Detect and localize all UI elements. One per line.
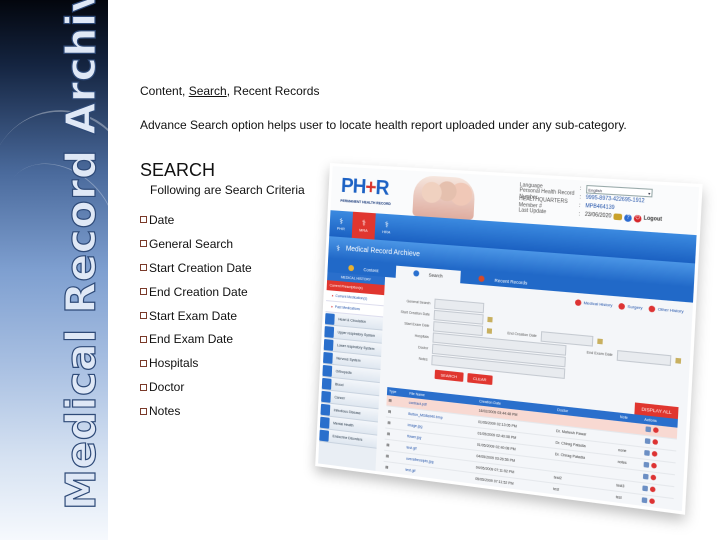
copy-icon[interactable] [643,473,650,480]
category-icon [321,377,332,390]
file-type-icon: ▤ [383,461,404,476]
criteria-item: Start Exam Date [140,304,252,328]
start-exam-date-label: Start Exam Date [404,320,430,328]
category-icon [319,416,330,429]
notes-label: Notes [418,356,428,362]
criteria-item: Notes [140,399,252,423]
criteria-list: Date General Search Start Creation Date … [140,208,252,423]
category-icon [319,429,330,442]
copy-icon[interactable] [642,485,649,492]
search-panel: Medical History Surgery Other History Ge… [375,277,693,515]
category-icon [324,325,335,338]
phr-logo: PH+R [340,174,389,200]
key-icon[interactable] [613,213,623,221]
nav-search-active[interactable]: Search [189,84,227,98]
square-bullet-icon [140,240,147,248]
section-nav-line: Content, Search, Recent Records [140,84,319,98]
copy-icon[interactable] [645,438,651,445]
archive-icon: ⚕ [384,219,390,230]
square-bullet-icon [140,288,147,296]
square-bullet-icon [140,312,147,319]
top-nav-hra[interactable]: ⚕ HRA [374,213,398,241]
calendar-icon[interactable] [675,357,682,364]
calendar-icon[interactable] [487,316,493,323]
recent-icon [478,275,485,283]
medical-history-link[interactable]: Medical History [575,299,613,309]
general-search-label: General Search [406,298,431,305]
other-history-link[interactable]: Other History [649,306,684,315]
power-icon[interactable]: ⏻ [633,214,642,223]
results-table: Type File Name Creation Date Doctor Note… [383,387,678,511]
square-bullet-icon [140,335,147,343]
banner-title: Medical Record Archive (MRA [56,0,105,511]
last-update-value: 23/06/2020 [584,211,612,220]
criteria-item: Doctor [140,375,252,399]
hospitals-label: Hospitals [414,333,429,339]
category-icon [321,390,331,403]
end-exam-date-label: End Exam Date [586,349,613,357]
app-screenshot: PH+R PERMANENT HEALTH RECORD Language: E… [315,163,703,515]
app-body: MEDICAL HISTORY Current Prescription(s) … [317,272,693,515]
copy-icon[interactable] [642,497,648,504]
copy-icon[interactable] [645,426,652,433]
category-icon [324,312,335,325]
square-bullet-icon [140,359,147,367]
clear-button[interactable]: CLEAR [466,373,493,386]
criteria-item: End Exam Date [140,327,252,351]
help-icon[interactable]: ? [624,213,632,222]
category-icon [323,351,333,364]
note-cell: test [613,490,639,506]
person-icon: ⚕ [338,216,344,227]
calendar-icon[interactable] [486,328,493,334]
delete-icon[interactable] [653,427,660,434]
surgery-link[interactable]: Surgery [619,303,643,311]
description-text: Advance Search option helps user to loca… [140,118,627,132]
delete-icon[interactable] [652,450,658,457]
search-button[interactable]: SEARCH [434,369,464,382]
delete-icon[interactable] [650,474,657,481]
delete-icon[interactable] [652,439,659,446]
left-nav: MEDICAL HISTORY Current Prescription(s) … [317,272,386,478]
content-icon [348,264,355,272]
archive-icon: ⚕ [361,218,367,228]
delete-icon[interactable] [651,462,658,469]
chevron-down-icon: ▾ [648,190,651,196]
criteria-item: Date [140,208,252,232]
logout-link[interactable]: Logout [643,215,662,223]
criteria-item: General Search [140,232,252,256]
top-nav-phr[interactable]: ⚕ PHR [329,210,353,238]
criteria-item: End Creation Date [140,280,252,304]
delete-icon[interactable] [650,486,657,493]
start-creation-date-label: Start Creation Date [400,309,431,317]
search-heading: SEARCH [140,160,216,180]
end-creation-date-label: End Creation Date [507,330,537,338]
delete-icon[interactable] [649,498,656,505]
section-title: Medical Record Archieve [345,244,421,258]
side-banner: Medical Record Archive (MRA [0,0,108,540]
doctor-label: Doctor [418,344,429,350]
family-photo [412,174,476,220]
category-icon [322,364,333,377]
square-bullet-icon [140,407,147,415]
nav-recent-records: , Recent Records [226,84,320,98]
criteria-intro: Following are Search Criteria [150,183,305,197]
search-icon [412,270,420,277]
user-info-panel: Language: English ▾ Personal Health Recor… [518,182,663,223]
criteria-item: Start Creation Date [140,256,252,280]
archive-icon: ⚕ [335,243,341,253]
criteria-item: Hospitals [140,351,252,375]
app-window: PH+R PERMANENT HEALTH RECORD Language: E… [315,163,703,515]
nav-content: Content, [140,84,189,98]
copy-icon[interactable] [644,450,651,457]
top-nav-mra[interactable]: ⚕ MRA [351,211,376,240]
category-icon [323,338,334,351]
copy-icon[interactable] [643,461,650,468]
category-icon [320,403,331,416]
calendar-icon[interactable] [597,338,603,345]
square-bullet-icon [140,216,147,224]
square-bullet-icon [140,264,147,272]
square-bullet-icon [140,383,147,391]
